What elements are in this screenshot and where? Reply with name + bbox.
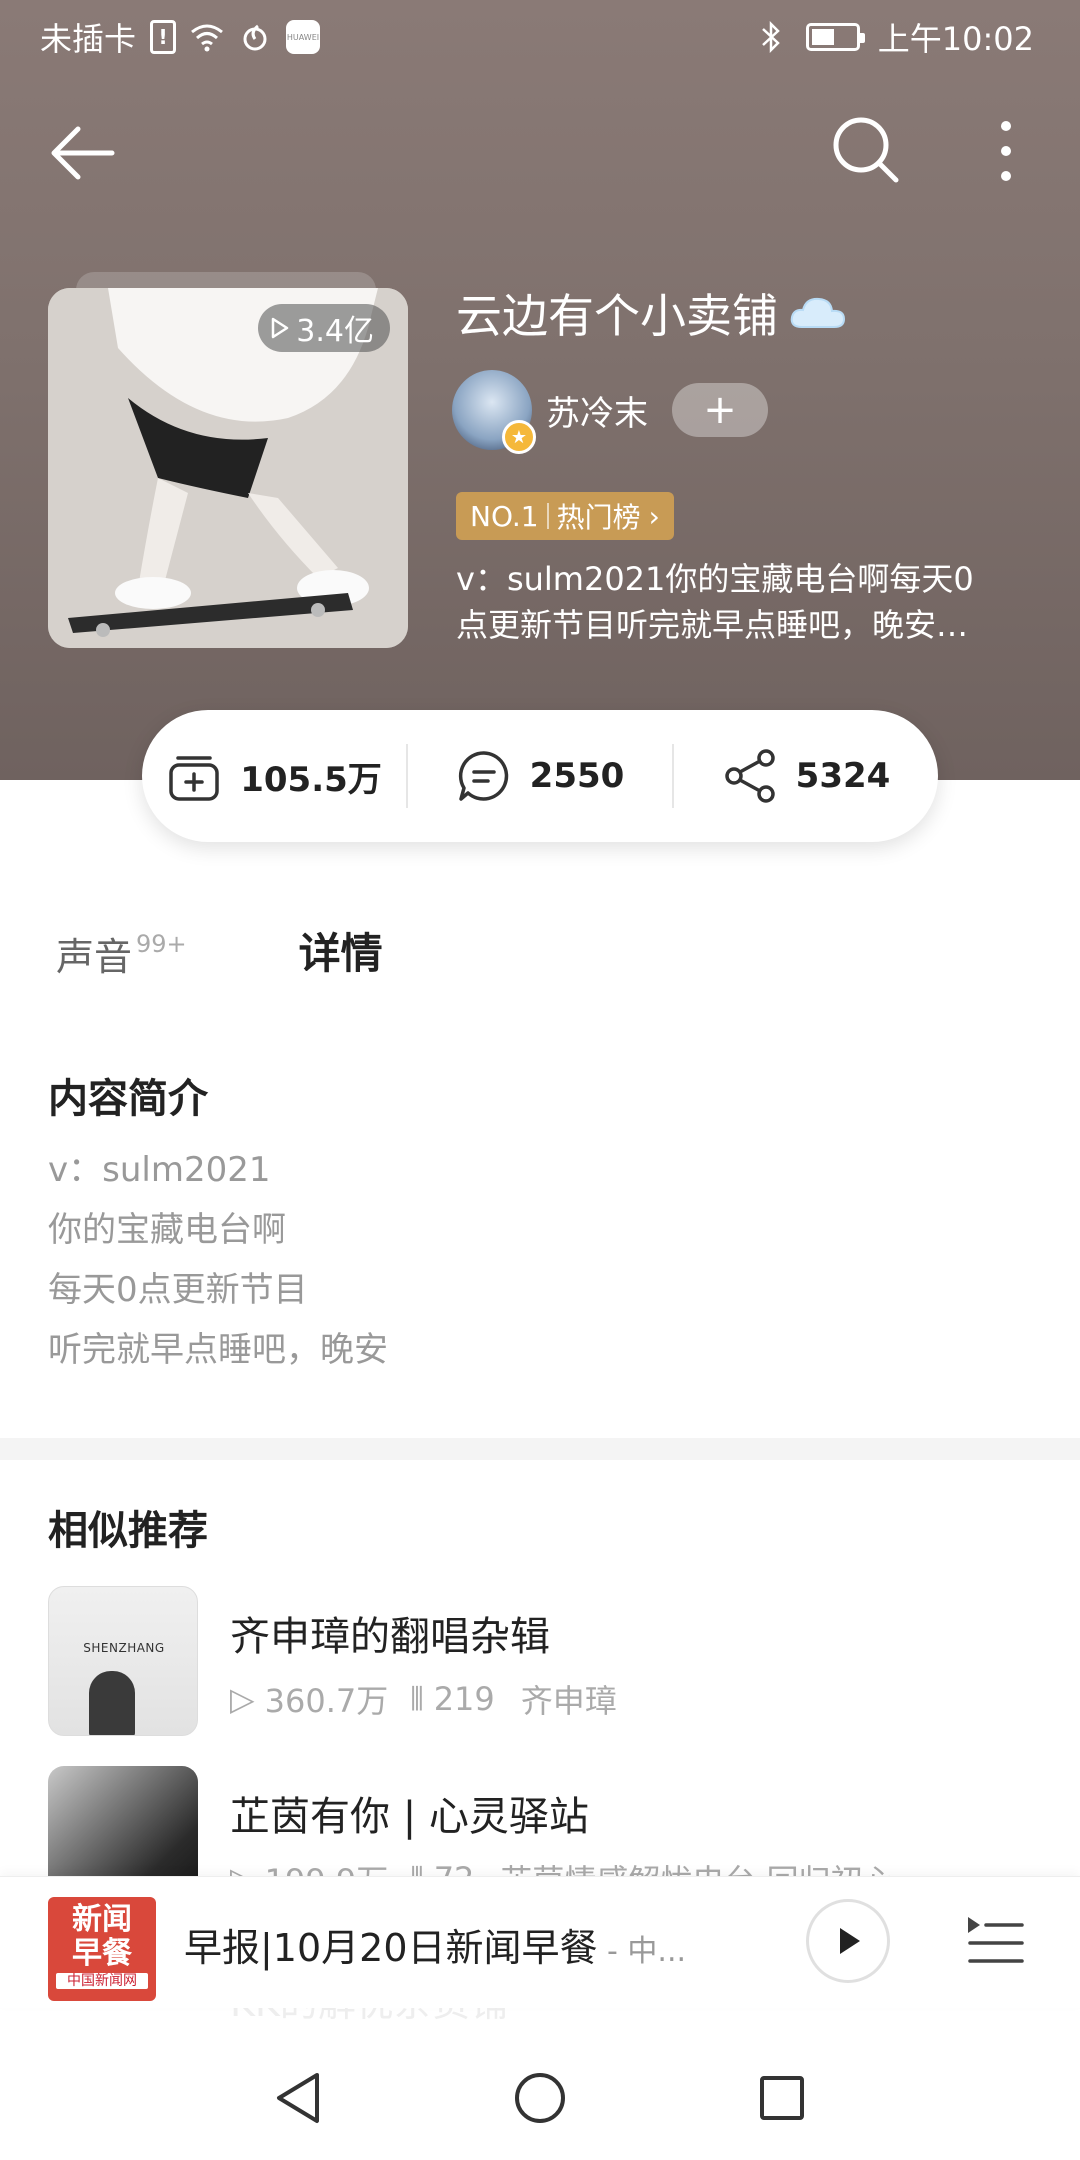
tab-details-label: 详情 (298, 929, 383, 978)
clock-text: 上午10:02 (877, 20, 1034, 58)
recommend-item[interactable]: SHENZHANG 齐申璋的翻唱杂辑 ▷ 360.7万 ⫴ 219 齐申璋 (48, 1586, 1038, 1736)
comment-icon (458, 751, 508, 801)
search-icon[interactable] (828, 112, 904, 188)
comment-count: 2550 (529, 756, 625, 796)
art-line-1: 新闻 (72, 1902, 132, 1937)
player-title-text: 早报|10月20日新闻早餐 (184, 1926, 598, 1970)
chevron-right-icon: › (648, 499, 660, 533)
rank-number: NO.1 (470, 499, 539, 533)
playlist-icon[interactable] (964, 1909, 1028, 1973)
album-title-text: 云边有个小卖铺 (456, 289, 778, 343)
wifi-icon (190, 20, 224, 54)
bluetooth-icon (754, 20, 788, 54)
play-icon (840, 1928, 860, 1954)
thumb-label: SHENZHANG (83, 1641, 165, 1655)
nav-back-icon[interactable] (273, 2071, 323, 2129)
mini-player[interactable]: 新闻 早餐 中国新闻网 早报|10月20日新闻早餐 - 中... (0, 1876, 1080, 2008)
carrier-text: 未插卡 (40, 20, 137, 58)
subscribe-icon (169, 756, 219, 801)
tab-details[interactable]: 详情 (298, 920, 383, 987)
section-divider (0, 1438, 1080, 1460)
play-button[interactable] (806, 1899, 890, 1983)
back-icon[interactable] (48, 118, 118, 188)
tab-sounds-label: 声音 (56, 935, 133, 979)
art-small-text: 中国新闻网 (56, 1973, 148, 1989)
intro-line: 听完就早点睡吧，晚安 (48, 1330, 388, 1370)
player-subtitle: - 中... (597, 1934, 687, 1969)
intro-line: 你的宝藏电台啊 (48, 1210, 286, 1250)
recommend-title: 相似推荐 (48, 1508, 208, 1554)
subscribe-count: 105.5万 (240, 759, 382, 800)
recommend-plays: 360.7万 (264, 1682, 389, 1720)
recommend-name: 芷茵有你 | 心灵驿站 (230, 1794, 589, 1840)
battery-icon (805, 23, 865, 51)
nav-recents-icon[interactable] (757, 2073, 807, 2127)
author-name[interactable]: 苏冷末 (546, 386, 648, 435)
album-title: 云边有个小卖铺 (456, 280, 848, 346)
nav-home-icon[interactable] (513, 2071, 567, 2129)
author-row: ★ 苏冷末 + (452, 370, 768, 454)
play-triangle-icon (272, 317, 289, 339)
huawei-icon: HUAWEI (286, 20, 321, 54)
play-icon: ▷ (230, 1680, 255, 1718)
subscribe-button[interactable]: 105.5万 (142, 748, 406, 804)
system-nav-bar (0, 2040, 1080, 2160)
author-avatar[interactable]: ★ (452, 370, 536, 454)
album-cover[interactable]: 3.4亿 (48, 288, 408, 648)
art-line-2: 早餐 (72, 1936, 132, 1971)
album-description[interactable]: v：sulm2021你的宝藏电台啊每天0 点更新节目听完就早点睡吧，晚安… (456, 556, 1016, 648)
recommend-thumb: SHENZHANG (48, 1586, 198, 1736)
follow-button[interactable]: + (672, 383, 768, 437)
intro-title: 内容简介 (48, 1076, 208, 1122)
recommend-meta: ▷ 360.7万 ⫴ 219 齐申璋 (230, 1676, 617, 1722)
sim-alert-icon: ! (150, 20, 177, 54)
share-icon (724, 749, 775, 803)
album-header: 未插卡 ! HUAWEI 上午10:02 3.4亿 云边有个小卖铺 ★ 苏冷末 … (0, 0, 1080, 780)
description-line-1: v：sulm2021你的宝藏电台啊每天0 (456, 560, 974, 598)
tab-sounds[interactable]: 声音 99+ (56, 926, 187, 981)
share-count: 5324 (795, 756, 891, 796)
vip-star-icon: ★ (502, 420, 536, 454)
toolbar (0, 100, 1080, 200)
intro-line: 每天0点更新节目 (48, 1270, 308, 1310)
stats-card: 105.5万 2550 5324 (142, 710, 938, 842)
recommend-author: 齐申璋 (520, 1682, 617, 1720)
rank-list-name: 热门榜 (556, 501, 641, 534)
thumb-figure (89, 1671, 135, 1735)
intro-text: v：sulm2021 你的宝藏电台啊 每天0点更新节目 听完就早点睡吧，晚安 (48, 1140, 388, 1380)
intro-line: v：sulm2021 (48, 1150, 271, 1190)
cloud-icon (790, 297, 846, 328)
share-button[interactable]: 5324 (674, 748, 938, 804)
recommend-episodes: 219 (433, 1680, 495, 1718)
play-count: 3.4亿 (296, 314, 374, 349)
play-count-badge: 3.4亿 (258, 304, 390, 352)
description-line-2: 点更新节目听完就早点睡吧，晚安… (456, 606, 969, 644)
tab-sounds-badge: 99+ (136, 930, 187, 958)
content-tabs: 声音 99+ 详情 (56, 920, 383, 987)
rank-divider (546, 503, 549, 529)
netease-icon (238, 20, 272, 54)
player-artwork: 新闻 早餐 中国新闻网 (48, 1897, 156, 2001)
rank-badge[interactable]: NO.1 热门榜 › (456, 492, 674, 540)
recommend-name: 齐申璋的翻唱杂辑 (230, 1614, 550, 1660)
more-options-icon[interactable] (986, 116, 1026, 186)
player-title: 早报|10月20日新闻早餐 - 中... (184, 1917, 704, 1972)
comment-button[interactable]: 2550 (408, 748, 672, 804)
episodes-icon: ⫴ (410, 1679, 424, 1718)
status-bar: 未插卡 ! HUAWEI 上午10:02 (0, 0, 1080, 72)
